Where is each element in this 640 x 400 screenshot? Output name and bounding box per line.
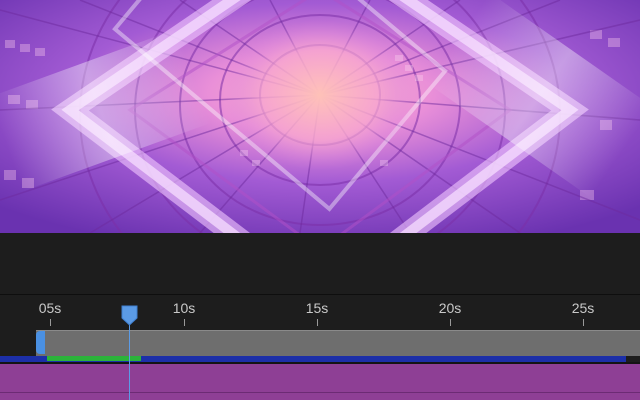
tick-label-20s: 20s <box>438 300 462 316</box>
tick-label-10s: 10s <box>172 300 196 316</box>
tick-label-05s: 05s <box>38 300 62 316</box>
tick-mark <box>317 319 318 326</box>
work-area-bar[interactable] <box>36 330 640 356</box>
tick-mark <box>583 319 584 326</box>
layer-track-divider <box>0 392 640 393</box>
time-ruler[interactable]: 05s 10s 15s 20s 25s <box>0 295 640 327</box>
tunnel-artwork <box>0 0 640 233</box>
tick-label-15s: 15s <box>305 300 329 316</box>
tick-mark <box>184 319 185 326</box>
layer-duration-bar[interactable] <box>0 364 640 400</box>
playhead-handle[interactable] <box>121 305 138 326</box>
tick-label-25s: 25s <box>571 300 595 316</box>
composition-preview <box>0 0 640 233</box>
playhead-line <box>129 318 130 400</box>
tick-mark <box>50 319 51 326</box>
work-area-start-handle[interactable] <box>36 331 45 354</box>
cached-preview-bar <box>47 356 141 361</box>
tick-mark <box>450 319 451 326</box>
